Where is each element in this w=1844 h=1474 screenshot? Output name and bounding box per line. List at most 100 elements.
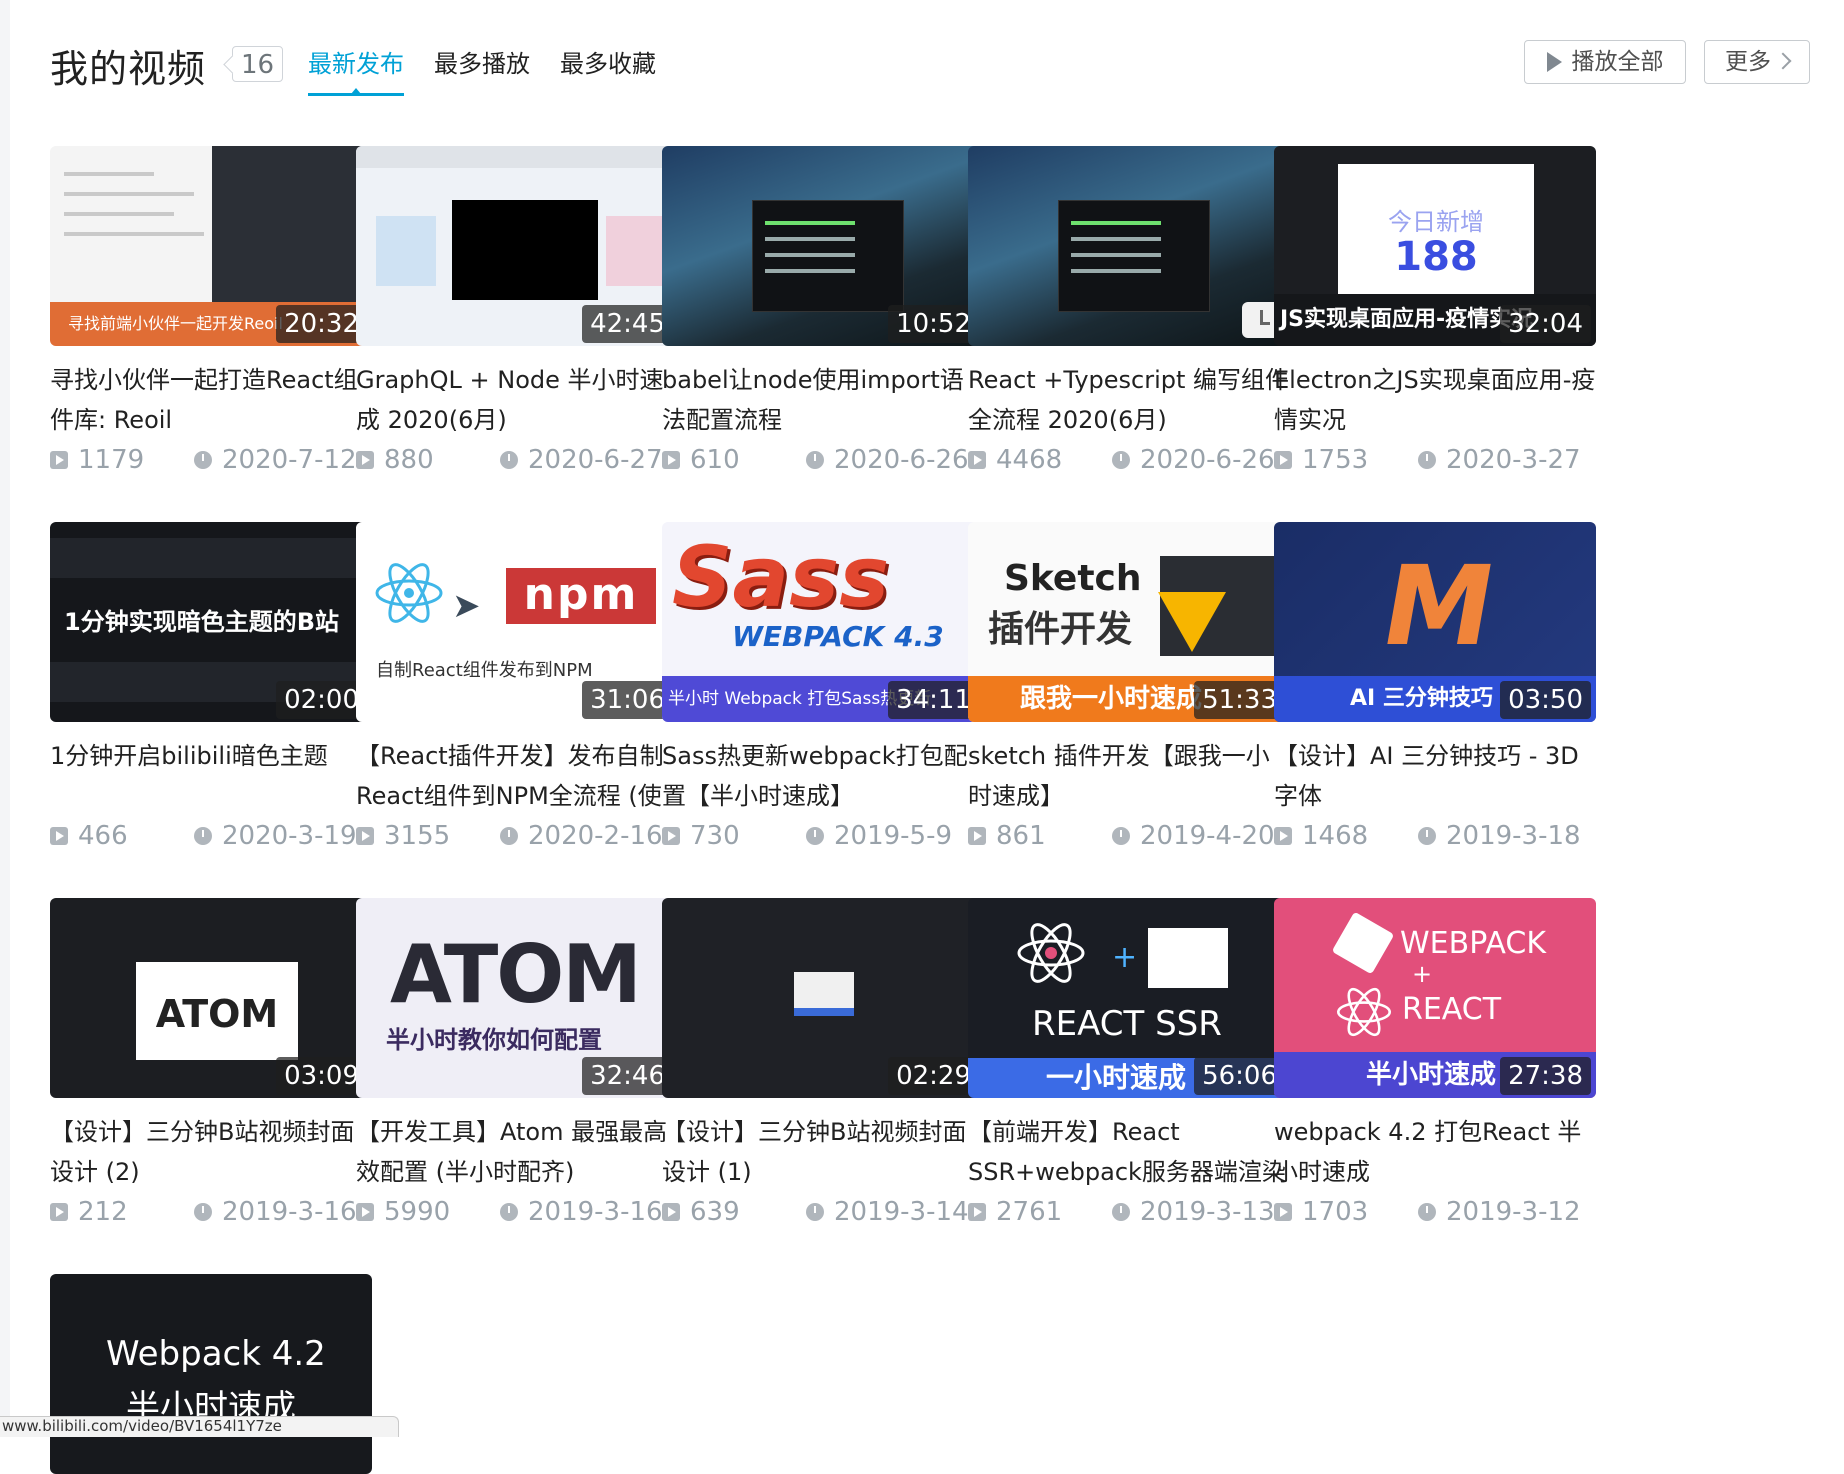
clock-icon — [1418, 1203, 1436, 1221]
video-thumbnail[interactable]: ATOM 半小时教你如何配置 32:46 — [356, 898, 678, 1098]
video-thumbnail[interactable] — [968, 146, 1290, 346]
link-status-bar: www.bilibili.com/video/BV1654l1Y7ze — [0, 1416, 399, 1437]
video-thumbnail[interactable]: ATOM 03:09 — [50, 898, 372, 1098]
play-count-icon — [968, 1203, 986, 1221]
publish-date: 2019-3-18 — [1446, 821, 1581, 851]
video-meta: 1179 2020-7-12 — [50, 440, 372, 480]
react-logo-icon — [1017, 923, 1085, 983]
clock-icon — [500, 827, 518, 845]
publish-date: 2020-6-27 — [528, 445, 663, 475]
play-count: 1703 — [1302, 1197, 1369, 1227]
video-thumbnail[interactable]: 今日新增 188 JS实现桌面应用-疫情实况 32:04 — [1274, 146, 1596, 346]
video-card: 1分钟实现暗色主题的B站 02:00 1分钟开启bilibili暗色主题 466… — [50, 522, 372, 856]
play-count: 212 — [78, 1197, 128, 1227]
video-meta: 1468 2019-3-18 — [1274, 816, 1596, 856]
video-card: React +Typescript 编写组件全流程 2020(6月) 4468 … — [968, 146, 1290, 480]
react-logo-icon — [1337, 987, 1391, 1037]
publish-date: 2019-3-16 — [222, 1197, 357, 1227]
video-meta: 3155 2020-2-16 — [356, 816, 678, 856]
publish-date: 2020-3-27 — [1446, 445, 1581, 475]
play-count: 3155 — [384, 821, 451, 851]
video-thumbnail[interactable]: + REACT SSR 一小时速成 56:06 — [968, 898, 1290, 1098]
duration-badge: 42:45 — [582, 305, 673, 343]
clock-icon — [1112, 451, 1130, 469]
video-title[interactable]: 寻找小伙伴一起打造React组件库: Reoil — [50, 360, 372, 440]
video-thumbnail[interactable]: Sketch 插件开发 跟我一小时速成 51:33 — [968, 522, 1290, 722]
video-thumbnail[interactable]: M AI 三分钟技巧 03:50 — [1274, 522, 1596, 722]
publish-date: 2019-3-12 — [1446, 1197, 1581, 1227]
play-count: 466 — [78, 821, 128, 851]
thumbnail-caption: 自制React组件发布到NPM — [376, 660, 593, 681]
play-all-button[interactable]: 播放全部 — [1524, 40, 1686, 84]
react-logo-icon — [375, 563, 443, 623]
video-thumbnail[interactable]: 1分钟实现暗色主题的B站 02:00 — [50, 522, 372, 722]
video-title[interactable]: 【设计】三分钟B站视频封面设计 (2) — [50, 1112, 372, 1192]
play-count-icon — [1274, 1203, 1292, 1221]
clock-icon — [1112, 827, 1130, 845]
video-meta: 466 2020-3-19 — [50, 816, 372, 856]
clock-icon — [806, 827, 824, 845]
video-thumbnail[interactable]: 02:29 — [662, 898, 984, 1098]
publish-date: 2019-3-16 — [528, 1197, 663, 1227]
more-label: 更多 — [1725, 49, 1771, 75]
play-count-icon — [662, 827, 680, 845]
tab-most-favorited[interactable]: 最多收藏 — [560, 44, 656, 84]
video-card: 42:45 GraphQL + Node 半小时速成 2020(6月) 880 … — [356, 146, 678, 480]
thumbnail-caption: 188 — [1394, 234, 1478, 280]
more-button[interactable]: 更多 — [1704, 40, 1810, 84]
video-title[interactable]: React +Typescript 编写组件全流程 2020(6月) — [968, 360, 1290, 440]
video-meta: 880 2020-6-27 — [356, 440, 678, 480]
video-meta: 861 2019-4-20 — [968, 816, 1290, 856]
publish-date: 2020-7-12 — [222, 445, 357, 475]
clock-icon — [806, 1203, 824, 1221]
duration-badge: 10:52 — [888, 305, 979, 343]
video-title[interactable]: 【设计】三分钟B站视频封面设计 (1) — [662, 1112, 984, 1192]
thumbnail-caption: REACT SSR — [1032, 1004, 1222, 1044]
video-card: M AI 三分钟技巧 03:50 【设计】AI 三分钟技巧 - 3D 字体 14… — [1274, 522, 1596, 856]
video-title[interactable]: 1分钟开启bilibili暗色主题 — [50, 736, 372, 816]
duration-badge: 56:06 — [1194, 1057, 1285, 1095]
clock-icon — [1112, 1203, 1130, 1221]
video-title[interactable]: webpack 4.2 打包React 半小时速成 — [1274, 1112, 1596, 1192]
video-title[interactable]: Sass热更新webpack打包配置【半小时速成】 — [662, 736, 984, 816]
play-icon — [1546, 52, 1562, 72]
tab-most-played[interactable]: 最多播放 — [434, 44, 530, 84]
plus-icon: + — [1412, 960, 1433, 988]
video-title[interactable]: babel让node使用import语法配置流程 — [662, 360, 984, 440]
clock-icon — [194, 451, 212, 469]
video-title[interactable]: Electron之JS实现桌面应用-疫情实况 — [1274, 360, 1596, 440]
publish-date: 2019-3-13 — [1140, 1197, 1275, 1227]
video-thumbnail[interactable]: WEBPACK + REACT 半小时速成 27:38 — [1274, 898, 1596, 1098]
play-count-icon — [662, 451, 680, 469]
video-thumbnail[interactable]: Webpack 4.2 半小时速成 — [50, 1274, 372, 1474]
video-thumbnail[interactable]: ➤ npm 自制React组件发布到NPM 31:06 — [356, 522, 678, 722]
video-thumbnail[interactable]: 10:52 — [662, 146, 984, 346]
video-meta: 610 2020-6-26 — [662, 440, 984, 480]
video-title[interactable]: 【React插件开发】发布自制React组件到NPM全流程 (使 — [356, 736, 678, 816]
thumbnail-caption: npm — [506, 568, 656, 624]
page-title: 我的视频 — [50, 47, 207, 91]
video-title[interactable]: 【设计】AI 三分钟技巧 - 3D 字体 — [1274, 736, 1596, 816]
video-card: 寻找前端小伙伴一起开发Reoil 20:32 寻找小伙伴一起打造React组件库… — [50, 146, 372, 480]
publish-date: 2020-6-26 — [834, 445, 969, 475]
play-count-icon — [968, 451, 986, 469]
video-title[interactable]: sketch 插件开发【跟我一小时速成】 — [968, 736, 1290, 816]
play-count-icon — [356, 827, 374, 845]
video-thumbnail[interactable]: Sass WEBPACK 4.3 半小时 Webpack 打包Sass热更新 3… — [662, 522, 984, 722]
video-title[interactable]: 【开发工具】Atom 最强最高效配置 (半小时配齐) — [356, 1112, 678, 1192]
video-title[interactable]: GraphQL + Node 半小时速成 2020(6月) — [356, 360, 678, 440]
tab-latest[interactable]: 最新发布 — [308, 44, 404, 96]
plus-icon: + — [1112, 940, 1138, 975]
video-card: + REACT SSR 一小时速成 56:06 【前端开发】React SSR+… — [968, 898, 1290, 1232]
clock-icon — [1418, 827, 1436, 845]
duration-badge: 03:50 — [1500, 681, 1591, 719]
arrow-right-icon: ➤ — [452, 586, 481, 626]
video-card: 今日新增 188 JS实现桌面应用-疫情实况 32:04 Electron之JS… — [1274, 146, 1596, 480]
duration-badge: 34:11 — [888, 681, 979, 719]
thumbnail-image: Webpack 4.2 半小时速成 — [50, 1274, 372, 1474]
play-count-icon — [1274, 451, 1292, 469]
video-thumbnail[interactable]: 42:45 — [356, 146, 678, 346]
thumbnail-caption: Sass — [672, 528, 890, 626]
video-thumbnail[interactable]: 寻找前端小伙伴一起开发Reoil 20:32 — [50, 146, 372, 346]
video-title[interactable]: 【前端开发】React SSR+webpack服务器端渲染 — [968, 1112, 1290, 1192]
